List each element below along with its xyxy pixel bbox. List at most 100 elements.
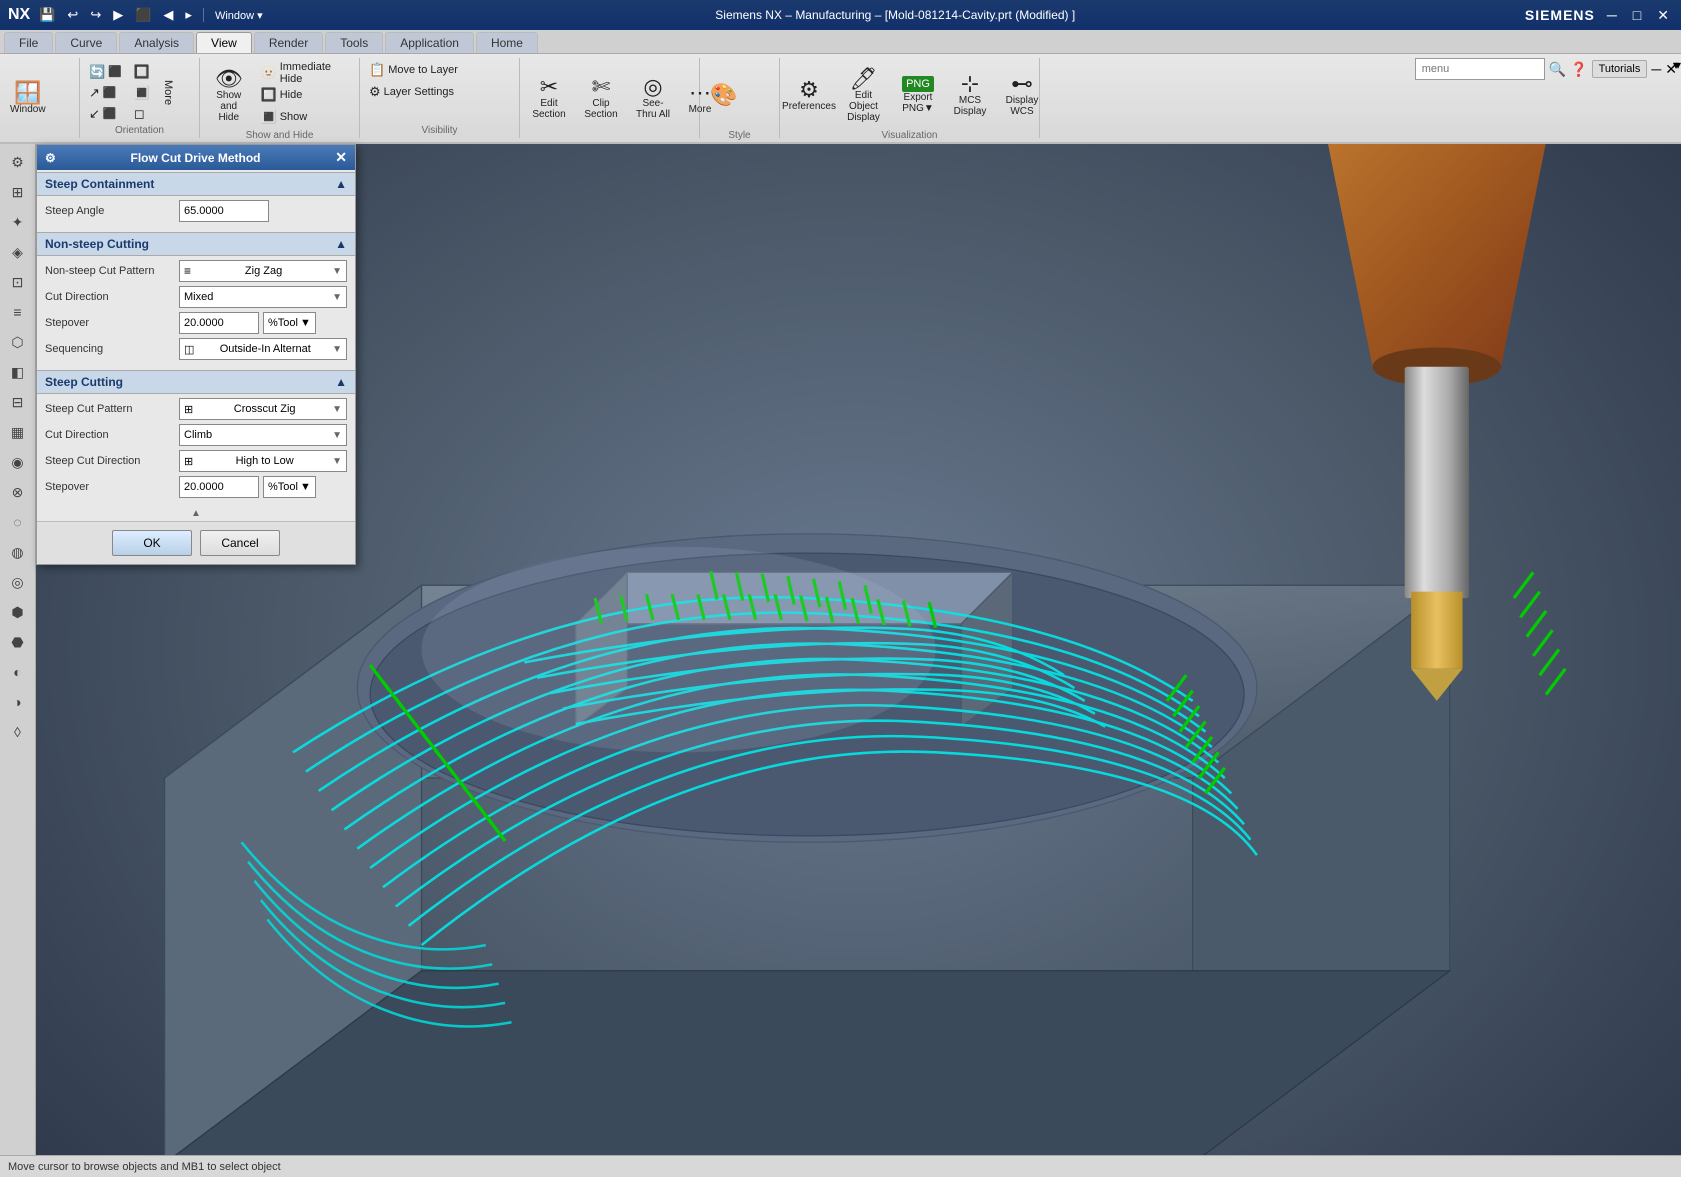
tab-render[interactable]: Render xyxy=(254,32,323,53)
stepover-input[interactable] xyxy=(179,312,259,334)
preferences-label: Preferences xyxy=(782,101,836,112)
steep-cut-direction-select[interactable]: ⊞ High to Low ▼ xyxy=(179,450,347,472)
steep-cutting-collapse[interactable]: ▲ xyxy=(335,375,347,389)
qat-save[interactable]: 💾 xyxy=(36,6,58,24)
help-icon[interactable]: ❓ xyxy=(1570,61,1587,78)
win-close[interactable]: ✕ xyxy=(1653,7,1673,24)
steep-cut-dir-select[interactable]: Climb ▼ xyxy=(179,424,347,446)
sidebar-icon-11[interactable]: ⊗ xyxy=(4,478,32,506)
tab-analysis[interactable]: Analysis xyxy=(119,32,194,53)
mcs-display-btn[interactable]: ⊹ MCS Display xyxy=(945,60,995,130)
window-button[interactable]: 🪟 Window xyxy=(4,63,52,133)
style-btn[interactable]: 🎨 xyxy=(704,60,743,130)
sidebar-icon-14[interactable]: ◎ xyxy=(4,568,32,596)
steep-stepover-input[interactable] xyxy=(179,476,259,498)
qat-window[interactable]: Window ▾ xyxy=(212,8,266,23)
stepover-row: Stepover %Tool ▼ xyxy=(45,312,347,334)
cancel-button[interactable]: Cancel xyxy=(200,530,280,556)
sidebar-icon-16[interactable]: ⬣ xyxy=(4,628,32,656)
tab-tools[interactable]: Tools xyxy=(325,32,383,53)
orient-btn3[interactable]: ↙⬛ xyxy=(84,104,127,124)
steep-stepover-unit[interactable]: %Tool ▼ xyxy=(263,476,316,498)
dialog-title-bar[interactable]: ⚙ Flow Cut Drive Method ✕ xyxy=(37,145,355,170)
layer-settings-btn[interactable]: ⚙Layer Settings xyxy=(364,82,459,102)
orient-btn5[interactable]: 🔳 xyxy=(129,83,155,103)
see-thru-btn[interactable]: ◎ See-Thru All xyxy=(628,63,678,133)
steep-containment-collapse[interactable]: ▲ xyxy=(335,177,347,191)
sequencing-label: Sequencing xyxy=(45,343,175,355)
sidebar-icon-5[interactable]: ≡ xyxy=(4,298,32,326)
scroll-indicator[interactable]: ▲ xyxy=(37,506,355,521)
sidebar-icon-1[interactable]: ⊞ xyxy=(4,178,32,206)
show-btn[interactable]: 🔳Show xyxy=(256,107,356,127)
search-icon[interactable]: 🔍 xyxy=(1549,61,1566,78)
orient-btn2[interactable]: ↗⬛ xyxy=(84,83,127,103)
cut-direction-select[interactable]: Mixed ▼ xyxy=(179,286,347,308)
non-steep-collapse[interactable]: ▲ xyxy=(335,237,347,251)
preferences-btn[interactable]: ⚙ Preferences xyxy=(784,60,834,130)
sidebar-icon-15[interactable]: ⬢ xyxy=(4,598,32,626)
steep-pattern-select[interactable]: ⊞ Crosscut Zig ▼ xyxy=(179,398,347,420)
tab-curve[interactable]: Curve xyxy=(55,32,117,53)
steep-angle-input[interactable] xyxy=(179,200,269,222)
orient-btn4[interactable]: 🔲 xyxy=(129,62,155,82)
clip-section-btn[interactable]: ✄ Clip Section xyxy=(576,63,626,133)
hide-btn[interactable]: 🔲Hide xyxy=(256,85,356,105)
show-hide-label: Showand Hide xyxy=(210,90,248,123)
sidebar-icon-17[interactable]: ◐ xyxy=(4,658,32,686)
qat-run[interactable]: ▶ xyxy=(110,6,126,24)
tab-application[interactable]: Application xyxy=(385,32,474,53)
dialog-close-btn[interactable]: ✕ xyxy=(335,149,347,166)
tab-home[interactable]: Home xyxy=(476,32,538,53)
sidebar-icon-18[interactable]: ◑ xyxy=(4,688,32,716)
qat-undo[interactable]: ↩ xyxy=(64,6,81,24)
win-max[interactable]: □ xyxy=(1629,7,1645,23)
sidebar-icon-3[interactable]: ◈ xyxy=(4,238,32,266)
sidebar-icon-13[interactable]: ◍ xyxy=(4,538,32,566)
sidebar-icon-7[interactable]: ◧ xyxy=(4,358,32,386)
edit-object-display-btn[interactable]: 🖊 Edit Object Display xyxy=(836,60,891,130)
sequencing-select[interactable]: ◫ Outside-In Alternat ▼ xyxy=(179,338,347,360)
qat-back[interactable]: ◀ xyxy=(160,6,176,24)
ok-button[interactable]: OK xyxy=(112,530,192,556)
search-input[interactable] xyxy=(1415,58,1545,80)
ribbon: 🔍 ❓ Tutorials ─ ✕ 🪟 Window 🔄⬛ ↗⬛ ↙⬛ 🔲 🔳 xyxy=(0,54,1681,144)
steep-cutting-label: Steep Cutting xyxy=(45,375,123,389)
section-steep-containment[interactable]: Steep Containment ▲ xyxy=(37,172,355,196)
edit-section-btn[interactable]: ✂ Edit Section xyxy=(524,63,574,133)
tutorials-btn[interactable]: Tutorials xyxy=(1592,60,1648,78)
stepover-unit[interactable]: %Tool ▼ xyxy=(263,312,316,334)
scroll-up-arrow[interactable]: ▲ xyxy=(191,508,201,519)
orient-btn1[interactable]: 🔄⬛ xyxy=(84,62,127,82)
export-png-btn[interactable]: PNG Export PNG▼ xyxy=(893,60,943,130)
sidebar-icon-12[interactable]: ◌ xyxy=(4,508,32,536)
ribbon-min-btn[interactable]: ─ xyxy=(1651,61,1661,77)
show-hide-button[interactable]: 👁 Showand Hide xyxy=(204,60,254,130)
qat-stop[interactable]: ⬛ xyxy=(132,6,154,24)
cut-pattern-select[interactable]: ≡ Zig Zag ▼ xyxy=(179,260,347,282)
sidebar-icon-6[interactable]: ⬡ xyxy=(4,328,32,356)
ribbon-close-btn[interactable]: ✕ xyxy=(1665,61,1677,78)
qat-redo[interactable]: ↪ xyxy=(87,6,104,24)
app-title: Siemens NX – Manufacturing – [Mold-08121… xyxy=(266,8,1525,22)
qat-fwd[interactable]: ▸ xyxy=(182,6,195,24)
win-min[interactable]: ─ xyxy=(1603,7,1621,23)
section-steep-cutting[interactable]: Steep Cutting ▲ xyxy=(37,370,355,394)
section-non-steep[interactable]: Non-steep Cutting ▲ xyxy=(37,232,355,256)
sidebar-icon-0[interactable]: ⚙ xyxy=(4,148,32,176)
cut-pattern-arrow: ▼ xyxy=(332,266,342,277)
tab-file[interactable]: File xyxy=(4,32,53,53)
sidebar-icon-9[interactable]: ▦ xyxy=(4,418,32,446)
sidebar-icon-4[interactable]: ⊡ xyxy=(4,268,32,296)
move-to-layer-btn[interactable]: 📋Move to Layer xyxy=(364,60,463,80)
clip-section-label: Clip Section xyxy=(582,98,620,120)
tab-view[interactable]: View xyxy=(196,32,252,53)
more-orient-btn[interactable]: More xyxy=(157,77,179,108)
sidebar-icon-2[interactable]: ✦ xyxy=(4,208,32,236)
immediate-hide-btn[interactable]: 🫥Immediate Hide xyxy=(256,63,356,83)
sidebar-icon-10[interactable]: ◉ xyxy=(4,448,32,476)
display-wcs-btn[interactable]: ⊷ Display WCS xyxy=(997,60,1047,130)
sidebar-icon-19[interactable]: ◊ xyxy=(4,718,32,746)
sidebar-icon-8[interactable]: ⊟ xyxy=(4,388,32,416)
orient-btn6[interactable]: ◻ xyxy=(129,104,155,124)
